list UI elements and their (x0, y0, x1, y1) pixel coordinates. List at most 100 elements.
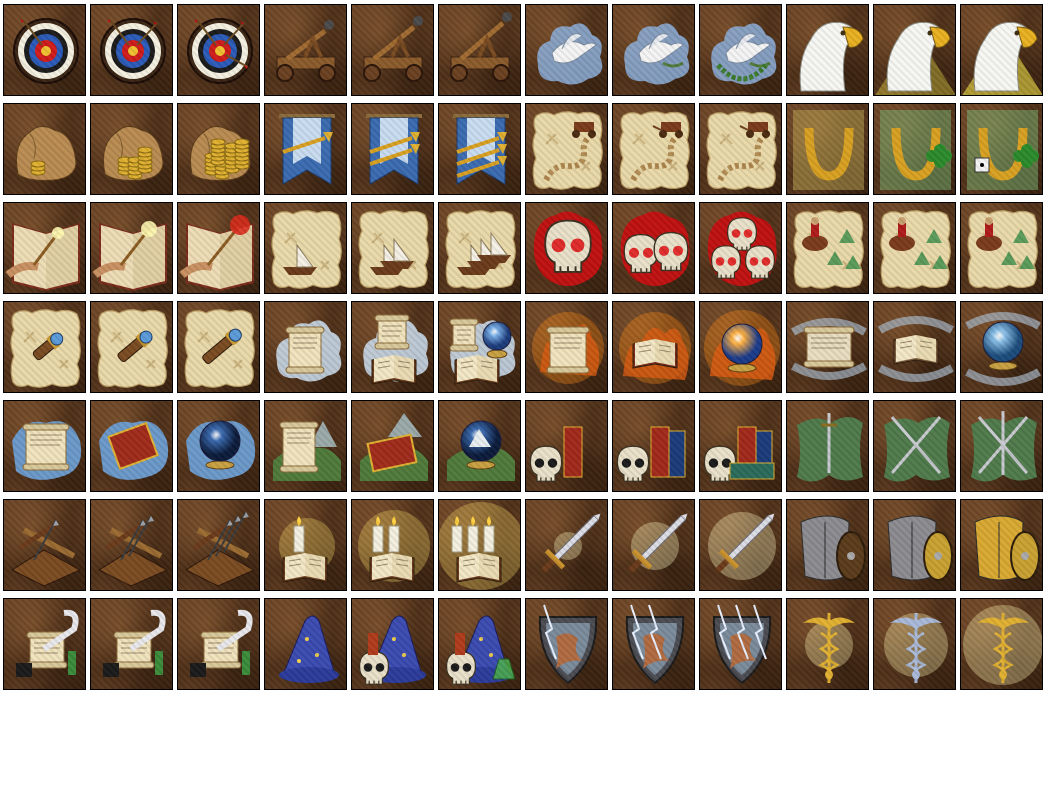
wisdom-scroll-icon[interactable] (264, 301, 347, 393)
tactics-expert-icon[interactable] (960, 400, 1043, 492)
logistics-advanced-icon[interactable] (612, 103, 695, 195)
luck-expert-icon[interactable] (960, 103, 1043, 195)
necromancy-expert-icon[interactable] (699, 202, 782, 294)
resistance-advanced-art (625, 604, 685, 685)
air-magic-scroll-icon[interactable] (786, 301, 869, 393)
intelligence-expert-icon[interactable] (177, 598, 260, 690)
offense-advanced-icon[interactable] (612, 499, 695, 591)
first-aid-advanced-icon[interactable] (873, 598, 956, 690)
intelligence-advanced-icon[interactable] (90, 598, 173, 690)
armorer-expert-art (974, 515, 1040, 581)
scouting-basic-icon[interactable] (3, 301, 86, 393)
logistics-basic-icon[interactable] (525, 103, 608, 195)
luck-advanced-icon[interactable] (873, 103, 956, 195)
pathfinding-advanced-icon[interactable] (873, 202, 956, 294)
navigation-basic-icon[interactable] (264, 202, 347, 294)
offense-expert-icon[interactable] (699, 499, 782, 591)
mysticism-expert-art (179, 215, 254, 291)
artillery-expert-art (184, 511, 256, 587)
wisdom-orb-icon[interactable] (438, 301, 521, 393)
estates-advanced-icon[interactable] (90, 103, 173, 195)
first-aid-basic-art (803, 613, 855, 683)
leadership-advanced-icon[interactable] (351, 103, 434, 195)
first-aid-basic-icon[interactable] (786, 598, 869, 690)
ballistics-expert-icon[interactable] (438, 4, 521, 96)
scouting-expert-icon[interactable] (177, 301, 260, 393)
mysticism-expert-icon[interactable] (177, 202, 260, 294)
ballistics-advanced-icon[interactable] (351, 4, 434, 96)
tactics-basic-icon[interactable] (786, 400, 869, 492)
mysticism-basic-icon[interactable] (3, 202, 86, 294)
estates-expert-icon[interactable] (177, 103, 260, 195)
resistance-expert-icon[interactable] (699, 598, 782, 690)
tactics-expert-art (971, 411, 1037, 482)
artillery-advanced-icon[interactable] (90, 499, 173, 591)
earth-magic-scroll-icon[interactable] (264, 400, 347, 492)
air-magic-book-icon[interactable] (873, 301, 956, 393)
water-magic-orb-icon[interactable] (177, 400, 260, 492)
ballistics-advanced-art (363, 16, 423, 82)
eagle-eye-basic-icon[interactable] (786, 4, 869, 96)
armorer-advanced-icon[interactable] (873, 499, 956, 591)
earth-magic-orb-icon[interactable] (438, 400, 521, 492)
first-aid-expert-icon[interactable] (960, 598, 1043, 690)
fire-magic-book-icon[interactable] (612, 301, 695, 393)
archery-expert-icon[interactable] (177, 4, 260, 96)
learning-expert-art (439, 502, 520, 590)
archery-basic-icon[interactable] (3, 4, 86, 96)
pathfinding-expert-icon[interactable] (960, 202, 1043, 294)
diplomacy-basic-icon[interactable] (525, 4, 608, 96)
pathfinding-basic-icon[interactable] (786, 202, 869, 294)
fire-magic-scroll-icon[interactable] (525, 301, 608, 393)
ballistics-basic-icon[interactable] (264, 4, 347, 96)
archery-advanced-icon[interactable] (90, 4, 173, 96)
eagle-eye-expert-icon[interactable] (960, 4, 1043, 96)
wisdom-book-icon[interactable] (351, 301, 434, 393)
armorer-expert-icon[interactable] (960, 499, 1043, 591)
learning-basic-icon[interactable] (264, 499, 347, 591)
sorcery-basic-icon[interactable] (264, 598, 347, 690)
diplomacy-expert-icon[interactable] (699, 4, 782, 96)
scholar-expert-icon[interactable] (699, 400, 782, 492)
scholar-advanced-icon[interactable] (612, 400, 695, 492)
first-aid-expert-art (963, 605, 1042, 685)
estates-basic-icon[interactable] (3, 103, 86, 195)
scholar-basic-icon[interactable] (525, 400, 608, 492)
intelligence-basic-icon[interactable] (3, 598, 86, 690)
first-aid-advanced-art (884, 613, 948, 683)
diplomacy-advanced-icon[interactable] (612, 4, 695, 96)
eagle-eye-advanced-icon[interactable] (873, 4, 956, 96)
air-magic-orb-icon[interactable] (960, 301, 1043, 393)
resistance-advanced-icon[interactable] (612, 598, 695, 690)
necromancy-advanced-icon[interactable] (612, 202, 695, 294)
learning-expert-icon[interactable] (438, 499, 521, 591)
navigation-expert-icon[interactable] (438, 202, 521, 294)
intelligence-advanced-art (103, 609, 166, 677)
navigation-advanced-icon[interactable] (351, 202, 434, 294)
logistics-expert-icon[interactable] (699, 103, 782, 195)
water-magic-scroll-icon[interactable] (3, 400, 86, 492)
necromancy-basic-icon[interactable] (525, 202, 608, 294)
water-magic-orb-art (186, 420, 256, 480)
tactics-advanced-icon[interactable] (873, 400, 956, 492)
resistance-basic-art (538, 604, 598, 685)
water-magic-scroll-art (12, 421, 82, 480)
artillery-basic-icon[interactable] (3, 499, 86, 591)
necromancy-basic-art (533, 211, 603, 286)
resistance-expert-art (712, 604, 772, 685)
fire-magic-orb-icon[interactable] (699, 301, 782, 393)
artillery-expert-icon[interactable] (177, 499, 260, 591)
offense-basic-icon[interactable] (525, 499, 608, 591)
learning-advanced-icon[interactable] (351, 499, 434, 591)
water-magic-book-icon[interactable] (90, 400, 173, 492)
earth-magic-book-icon[interactable] (351, 400, 434, 492)
luck-basic-icon[interactable] (786, 103, 869, 195)
mysticism-advanced-icon[interactable] (90, 202, 173, 294)
scouting-advanced-icon[interactable] (90, 301, 173, 393)
armorer-basic-icon[interactable] (786, 499, 869, 591)
leadership-basic-icon[interactable] (264, 103, 347, 195)
sorcery-advanced-icon[interactable] (351, 598, 434, 690)
sorcery-expert-icon[interactable] (438, 598, 521, 690)
resistance-basic-icon[interactable] (525, 598, 608, 690)
leadership-expert-icon[interactable] (438, 103, 521, 195)
